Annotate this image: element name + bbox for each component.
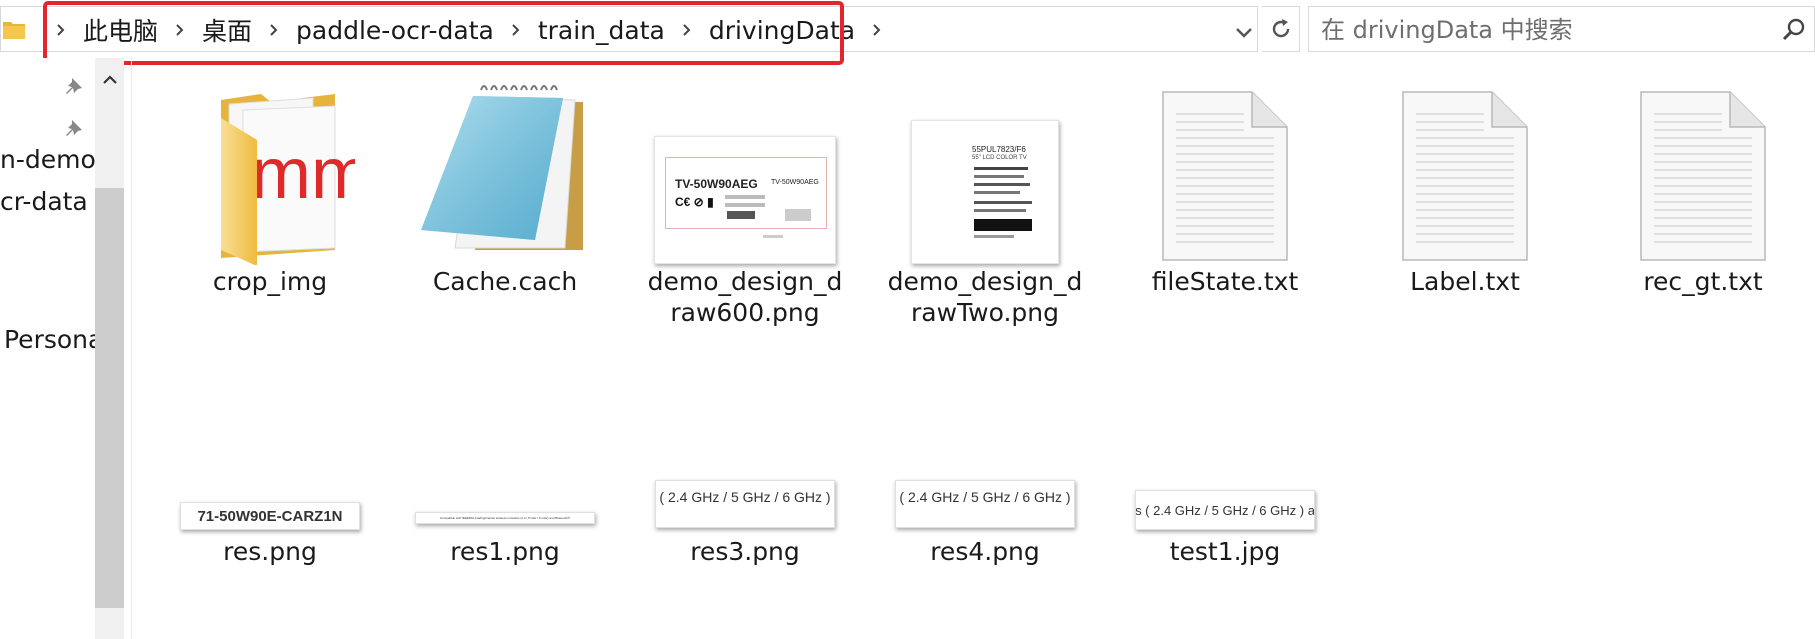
red-highlight-box (43, 1, 844, 65)
search-input[interactable] (1319, 13, 1763, 47)
file-name-line-1: demo_design_d (647, 267, 843, 296)
refresh-button[interactable] (1262, 6, 1300, 52)
strip-preview-text: ( 2.4 GHz / 5 GHz / 6 GHz ) (655, 480, 835, 528)
nav-item[interactable]: cr-data (0, 187, 88, 216)
strip-preview-text: Compatible with IEEE802.11a/b/g/n/ac/ax … (415, 512, 595, 524)
image-thumbnail: ( 2.4 GHz / 5 GHz / 6 GHz ) (640, 480, 850, 530)
search-icon[interactable] (1781, 17, 1807, 43)
strip-preview-text: s ( 2.4 GHz / 5 GHz / 6 GHz ) a (1135, 490, 1315, 530)
file-name: rec_gt.txt (1643, 267, 1763, 296)
address-bar-row: 此电脑 桌面 paddle-ocr-data train_data drivin… (0, 0, 1815, 65)
search-box[interactable] (1308, 6, 1815, 52)
file-name: Cache.cach (432, 267, 578, 296)
image-preview: 55PUL7823/F6 55" LCD COLOR TV (911, 120, 1059, 264)
image-thumbnail: Compatible with IEEE802.11a/b/g/n/ac/ax … (400, 512, 610, 526)
image-thumbnail: ( 2.4 GHz / 5 GHz / 6 GHz ) (880, 480, 1090, 530)
file-name: res.png (223, 537, 317, 566)
preview-model-text: 55PUL7823/F6 (972, 145, 1026, 154)
notepad-thumbnail (400, 80, 610, 270)
pin-icon[interactable] (64, 76, 86, 98)
text-file-icon (1640, 91, 1766, 261)
pin-icon[interactable] (64, 118, 86, 140)
image-thumbnail: s ( 2.4 GHz / 5 GHz / 6 GHz ) a (1120, 490, 1330, 532)
nav-item[interactable]: n-demo (0, 145, 96, 174)
ce-mark-icon: C€ ⊘ ▮ (675, 195, 714, 209)
text-thumbnail (1598, 90, 1808, 265)
file-name-line-2: rawTwo.png (910, 298, 1059, 327)
image-thumbnail: 55PUL7823/F6 55" LCD COLOR TV (880, 120, 1090, 266)
chevron-right-icon[interactable] (863, 23, 891, 37)
preview-model-text: TV-50W90AEG (675, 177, 758, 191)
folder-thumbnail: mm (165, 80, 375, 270)
file-name: res3.png (690, 537, 800, 566)
file-name-line-2: raw600.png (670, 298, 820, 327)
notepad-icon (421, 85, 583, 250)
image-thumbnail: TV-50W90AEG TV-50W90AEG C€ ⊘ ▮ (640, 136, 850, 266)
text-thumbnail (1360, 90, 1570, 265)
file-name: test1.jpg (1169, 537, 1281, 566)
preview-model-text-small: TV-50W90AEG (771, 179, 819, 186)
image-preview: TV-50W90AEG TV-50W90AEG C€ ⊘ ▮ (654, 136, 836, 264)
nav-scrollbar-thumb[interactable] (95, 188, 124, 608)
svg-text:mm: mm (251, 134, 355, 214)
text-file-icon (1162, 91, 1288, 261)
preview-sub-text: 55" LCD COLOR TV (972, 155, 1027, 161)
text-thumbnail (1120, 90, 1330, 265)
refresh-icon (1272, 19, 1289, 38)
strip-preview-text: ( 2.4 GHz / 5 GHz / 6 GHz ) (895, 480, 1075, 528)
folder-icon: mm (221, 94, 355, 265)
file-name-line-1: demo_design_d (887, 267, 1083, 296)
nav-item[interactable]: Persona (4, 325, 103, 354)
pane-divider (131, 58, 132, 639)
file-name: res4.png (930, 537, 1040, 566)
chevron-up-icon[interactable] (100, 70, 120, 90)
folder-icon (3, 22, 25, 39)
file-name: fileState.txt (1151, 267, 1299, 296)
file-name: res1.png (450, 537, 560, 566)
text-file-icon (1402, 91, 1528, 261)
image-thumbnail: 71-50W90E-CARZ1N (165, 502, 375, 532)
chevron-down-icon[interactable] (1233, 21, 1255, 43)
file-name: crop_img (212, 267, 328, 296)
strip-preview-text: 71-50W90E-CARZ1N (180, 502, 360, 530)
file-name: Label.txt (1410, 267, 1520, 296)
